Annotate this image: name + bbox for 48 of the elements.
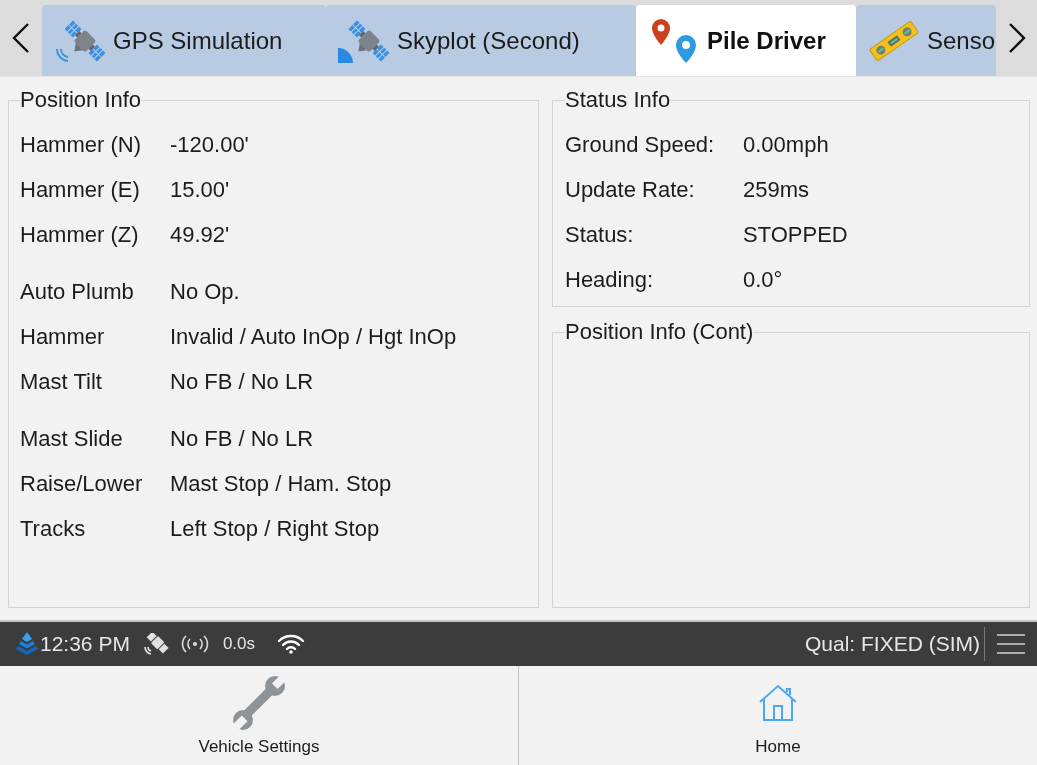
wrench-icon bbox=[231, 676, 287, 730]
field-value: 259ms bbox=[743, 176, 810, 204]
field-label: Hammer (N) bbox=[20, 131, 142, 159]
house-icon bbox=[758, 684, 798, 722]
field-label: Status: bbox=[565, 221, 635, 249]
field-label: Mast Slide bbox=[20, 425, 124, 453]
field-label: Update Rate: bbox=[565, 176, 696, 204]
fix-quality: Qual: FIXED (SIM) bbox=[804, 631, 980, 658]
field-label: Mast Tilt bbox=[20, 368, 103, 396]
tab[interactable]: Pile Driver bbox=[636, 5, 856, 76]
vehicle-settings-button[interactable]: Vehicle Settings bbox=[0, 666, 519, 765]
chevron-left-icon bbox=[10, 22, 32, 54]
field-value: 0.0° bbox=[743, 266, 783, 294]
field-value: No Op. bbox=[170, 278, 240, 306]
field-label: Heading: bbox=[565, 266, 655, 294]
tab[interactable]: Skyplot (Second) bbox=[326, 5, 636, 76]
panel-title: Status Info bbox=[565, 88, 671, 112]
tab[interactable]: Senso bbox=[856, 5, 996, 76]
panel-title: Position Info bbox=[20, 88, 142, 112]
home-button[interactable]: Home bbox=[519, 666, 1037, 765]
field-label: Hammer (Z) bbox=[20, 221, 140, 249]
field-value: Left Stop / Right Stop bbox=[170, 515, 380, 543]
field-value: Invalid / Auto InOp / Hgt InOp bbox=[170, 323, 457, 351]
field-label: Raise/Lower bbox=[20, 470, 144, 498]
field-label: Auto Plumb bbox=[20, 278, 135, 306]
layered-pyramid-icon bbox=[16, 632, 38, 656]
field-value: -120.00' bbox=[170, 131, 249, 159]
field-label: Hammer bbox=[20, 323, 106, 351]
satellite-icon bbox=[142, 633, 169, 655]
field-label: Tracks bbox=[20, 515, 87, 543]
panel-title: Position Info (Cont) bbox=[565, 320, 754, 344]
satellite-sky-icon bbox=[338, 18, 390, 63]
correction-age: 0.0s bbox=[222, 633, 256, 656]
field-value: 15.00' bbox=[170, 176, 230, 204]
wifi-icon bbox=[277, 634, 306, 654]
menu-icon bbox=[997, 634, 1025, 654]
satellite-waves-icon bbox=[54, 18, 106, 63]
field-value: Mast Stop / Ham. Stop bbox=[170, 470, 392, 498]
clock-time: 12:36 PM bbox=[40, 631, 130, 658]
field-value: STOPPED bbox=[743, 221, 848, 249]
broadcast-icon bbox=[179, 635, 210, 653]
field-label: Hammer (E) bbox=[20, 176, 141, 204]
field-value: 0.00mph bbox=[743, 131, 829, 159]
field-value: No FB / No LR bbox=[170, 425, 314, 453]
field-value: No FB / No LR bbox=[170, 368, 314, 396]
field-label: Ground Speed: bbox=[565, 131, 716, 159]
field-value: 49.92' bbox=[170, 221, 230, 249]
tab[interactable]: GPS Simulation bbox=[42, 5, 326, 76]
